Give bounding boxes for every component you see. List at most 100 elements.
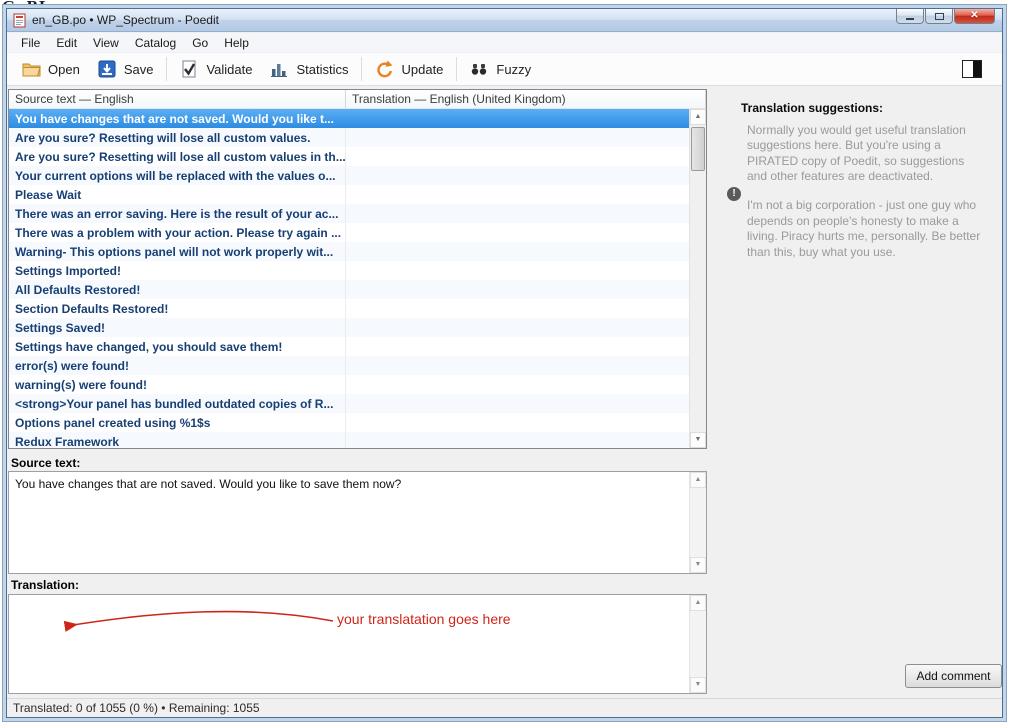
minimize-button[interactable] [896,9,924,24]
list-item[interactable]: error(s) were found! [9,356,689,375]
translation-cell [346,223,689,242]
save-label: Save [124,62,154,77]
translation-cell [346,280,689,299]
translation-cell [346,337,689,356]
list-item[interactable]: Settings have changed, you should save t… [9,337,689,356]
list-item[interactable]: <strong>Your panel has bundled outdated … [9,394,689,413]
translation-cell [346,261,689,280]
list-item[interactable]: Redux Framework [9,432,689,448]
source-cell: Settings Saved! [9,318,346,337]
translation-cell [346,318,689,337]
suggestions-paragraph-1: Normally you would get useful translatio… [747,123,985,184]
menu-item-file[interactable]: File [13,34,48,52]
translation-cell [346,432,689,448]
translation-cell [346,204,689,223]
scroll-down-icon[interactable]: ▼ [690,677,706,693]
translation-cell [346,185,689,204]
save-button[interactable]: Save [89,56,163,82]
list-scrollbar[interactable]: ▲ ▼ [689,109,706,448]
source-cell: Please Wait [9,185,346,204]
translation-scrollbar[interactable]: ▲ ▼ [689,595,706,693]
column-header-source[interactable]: Source text — English [9,90,346,108]
poedit-app-icon [12,13,27,28]
minimize-icon [906,18,914,20]
scroll-up-icon[interactable]: ▲ [690,109,706,125]
source-cell: Are you sure? Resetting will lose all cu… [9,128,346,147]
scroll-up-icon[interactable]: ▲ [690,595,706,611]
menu-bar: FileEditViewCatalogGoHelp [7,33,1002,53]
scrollbar-thumb[interactable] [691,127,705,171]
toolbar: Open Save Validate [7,53,1002,86]
notice-icon: ! [727,187,741,201]
statistics-icon [270,60,290,78]
source-cell: Your current options will be replaced wi… [9,166,346,185]
suggestions-title: Translation suggestions: [741,101,1002,115]
statistics-label: Statistics [296,62,348,77]
list-item[interactable]: Warning- This options panel will not wor… [9,242,689,261]
translation-cell [346,413,689,432]
fuzzy-button[interactable]: Fuzzy [461,56,540,82]
scroll-up-icon[interactable]: ▲ [690,472,706,488]
list-item[interactable]: You have changes that are not saved. Wou… [9,109,689,128]
menu-item-help[interactable]: Help [216,34,257,52]
save-icon [98,60,118,78]
sidebar-toggle-fill [973,61,981,77]
menu-item-catalog[interactable]: Catalog [127,34,184,52]
source-cell: There was an error saving. Here is the r… [9,204,346,223]
translation-input[interactable]: your translatation goes here ▲ ▼ [8,594,707,694]
list-item[interactable]: There was a problem with your action. Pl… [9,223,689,242]
source-scrollbar[interactable]: ▲ ▼ [689,472,706,573]
fuzzy-icon [470,60,490,78]
translation-cell [346,128,689,147]
menu-item-view[interactable]: View [85,34,127,52]
validate-button[interactable]: Validate [171,56,261,82]
list-item[interactable]: Please Wait [9,185,689,204]
update-label: Update [401,62,443,77]
list-item[interactable]: All Defaults Restored! [9,280,689,299]
fuzzy-label: Fuzzy [496,62,531,77]
list-item[interactable]: Are you sure? Resetting will lose all cu… [9,147,689,166]
source-text-label: Source text: [11,456,80,470]
annotation-arrow [9,595,708,693]
maximize-button[interactable] [925,9,953,24]
list-item[interactable]: Your current options will be replaced wi… [9,166,689,185]
source-cell: You have changes that are not saved. Wou… [9,109,346,128]
menu-item-edit[interactable]: Edit [48,34,85,52]
translation-cell [346,109,689,128]
add-comment-button[interactable]: Add comment [905,664,1002,688]
poedit-window: en_GB.po • WP_Spectrum - Poedit ✕ FileEd… [6,8,1003,718]
close-button[interactable]: ✕ [954,9,995,24]
window-controls: ✕ [895,9,995,24]
scroll-down-icon[interactable]: ▼ [690,432,706,448]
update-button[interactable]: Update [366,56,452,82]
list-item[interactable]: Settings Imported! [9,261,689,280]
list-item[interactable]: There was an error saving. Here is the r… [9,204,689,223]
status-bar: Translated: 0 of 1055 (0 %) • Remaining:… [7,698,1002,717]
sidebar-toggle-icon[interactable] [962,60,982,78]
list-item[interactable]: warning(s) were found! [9,375,689,394]
source-cell: Are you sure? Resetting will lose all cu… [9,147,346,166]
suggestions-paragraph-2: I'm not a big corporation - just one guy… [747,198,985,259]
list-item[interactable]: Settings Saved! [9,318,689,337]
list-item[interactable]: Section Defaults Restored! [9,299,689,318]
translation-cell [346,356,689,375]
title-bar[interactable]: en_GB.po • WP_Spectrum - Poedit ✕ [7,9,1002,32]
toolbar-separator [456,57,457,81]
source-cell: Warning- This options panel will not wor… [9,242,346,261]
open-button[interactable]: Open [13,56,89,82]
maximize-icon [935,13,944,20]
translation-value [9,595,706,600]
list-header: Source text — English Translation — Engl… [9,90,706,109]
source-cell: Section Defaults Restored! [9,299,346,318]
source-cell: warning(s) were found! [9,375,346,394]
menu-item-go[interactable]: Go [184,34,216,52]
source-text-area: You have changes that are not saved. Wou… [8,471,707,574]
scroll-down-icon[interactable]: ▼ [690,557,706,573]
source-cell: <strong>Your panel has bundled outdated … [9,394,346,413]
list-item[interactable]: Options panel created using %1$s [9,413,689,432]
toolbar-separator [166,57,167,81]
update-icon [375,60,395,78]
column-header-translation[interactable]: Translation — English (United Kingdom) [346,90,706,108]
statistics-button[interactable]: Statistics [261,56,357,82]
list-item[interactable]: Are you sure? Resetting will lose all cu… [9,128,689,147]
